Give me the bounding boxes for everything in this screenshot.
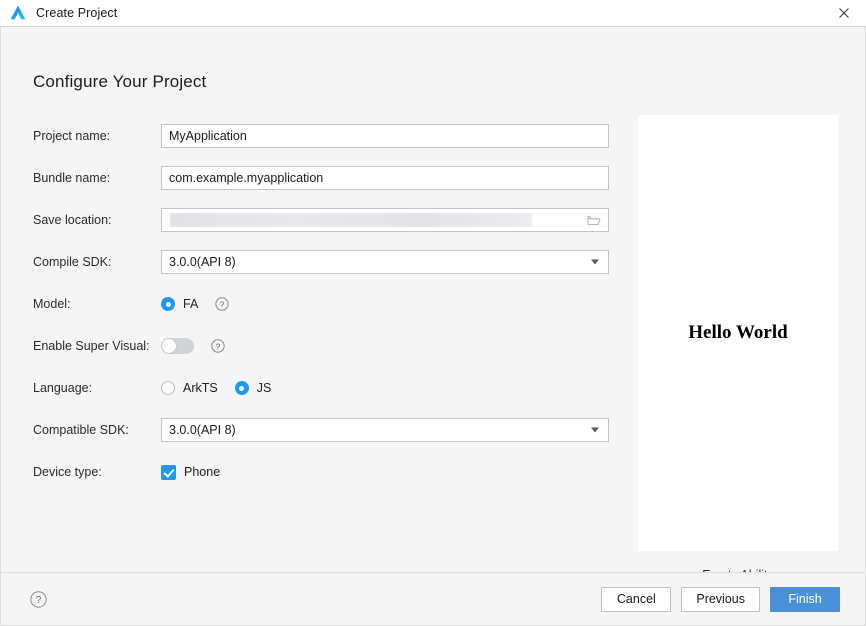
super-visual-help-circle-icon[interactable]: ? [211,339,225,353]
finish-button[interactable]: Finish [770,586,840,612]
language-radio-arkts[interactable] [161,381,175,395]
dialog-footer: ? Cancel Previous Finish [0,572,866,626]
language-label: Language: [33,381,93,395]
model-option-label-fa: FA [183,297,199,311]
device-type-label: Device type: [33,465,102,479]
form-row-project-name: Project name: MyApplication [33,115,611,157]
template-preview: Hello World Empty Ability [638,115,838,582]
form-row-model: Model: FA ? [33,283,611,325]
language-radio-js[interactable] [234,381,249,395]
device-type-option-label-phone: Phone [184,465,221,479]
svg-text:?: ? [220,299,225,309]
form-row-compatible-sdk: Compatible SDK: 3.0.0(API 8) [33,409,611,451]
footer-help-circle-icon[interactable]: ? [30,590,47,608]
enable-super-visual-toggle[interactable] [161,338,194,354]
enable-super-visual-label: Enable Super Visual: [33,339,150,353]
bundle-name-label: Bundle name: [33,171,111,185]
device-type-checkbox-phone[interactable] [161,464,176,480]
project-name-input[interactable]: MyApplication [161,124,609,148]
form-row-enable-super-visual: Enable Super Visual: ? [33,325,611,367]
form-row-bundle-name: Bundle name: com.example.myapplication [33,157,611,199]
form-row-device-type: Device type: Phone [33,451,611,493]
compatible-sdk-label: Compatible SDK: [33,423,129,437]
language-option-label-js: JS [256,381,272,395]
bundle-name-input[interactable]: com.example.myapplication [161,166,609,190]
model-label: Model: [33,297,71,311]
chevron-down-icon [591,259,599,265]
preview-hello-world-text: Hello World [688,322,788,343]
redacted-path-value [170,213,532,227]
chevron-down-icon [591,427,599,433]
cancel-button[interactable]: Cancel [601,586,672,612]
preview-card: Hello World [638,115,838,551]
form-row-language: Language: ArkTS JS [33,367,611,409]
compatible-sdk-select[interactable]: 3.0.0(API 8) [161,418,609,442]
model-help-circle-icon[interactable]: ? [215,297,229,311]
compile-sdk-value: 3.0.0(API 8) [169,255,236,269]
save-location-label: Save location: [33,213,112,227]
model-radio-fa[interactable] [161,297,175,311]
page-title: Configure Your Project [33,72,207,91]
compile-sdk-select[interactable]: 3.0.0(API 8) [161,250,609,274]
compile-sdk-label: Compile SDK: [33,255,112,269]
language-option-label-arkts: ArkTS [183,381,218,395]
folder-icon[interactable] [581,210,607,230]
save-location-input[interactable] [161,208,609,232]
svg-text:?: ? [36,595,42,606]
dialog-body: Configure Your Project Project name: MyA… [0,27,866,582]
huawei-devtool-logo-icon [9,4,27,22]
previous-button[interactable]: Previous [681,586,760,612]
project-name-label: Project name: [33,129,111,143]
svg-text:?: ? [216,341,221,351]
create-project-dialog: Create Project Configure Your Project Pr… [0,0,866,626]
project-config-form: Project name: MyApplication Bundle name:… [33,115,611,493]
titlebar: Create Project [0,0,866,27]
form-row-compile-sdk: Compile SDK: 3.0.0(API 8) [33,241,611,283]
footer-button-group: Cancel Previous Finish [601,586,840,612]
compatible-sdk-value: 3.0.0(API 8) [169,423,236,437]
close-icon[interactable] [821,0,866,26]
form-row-save-location: Save location: [33,199,611,241]
window-title: Create Project [36,6,118,20]
